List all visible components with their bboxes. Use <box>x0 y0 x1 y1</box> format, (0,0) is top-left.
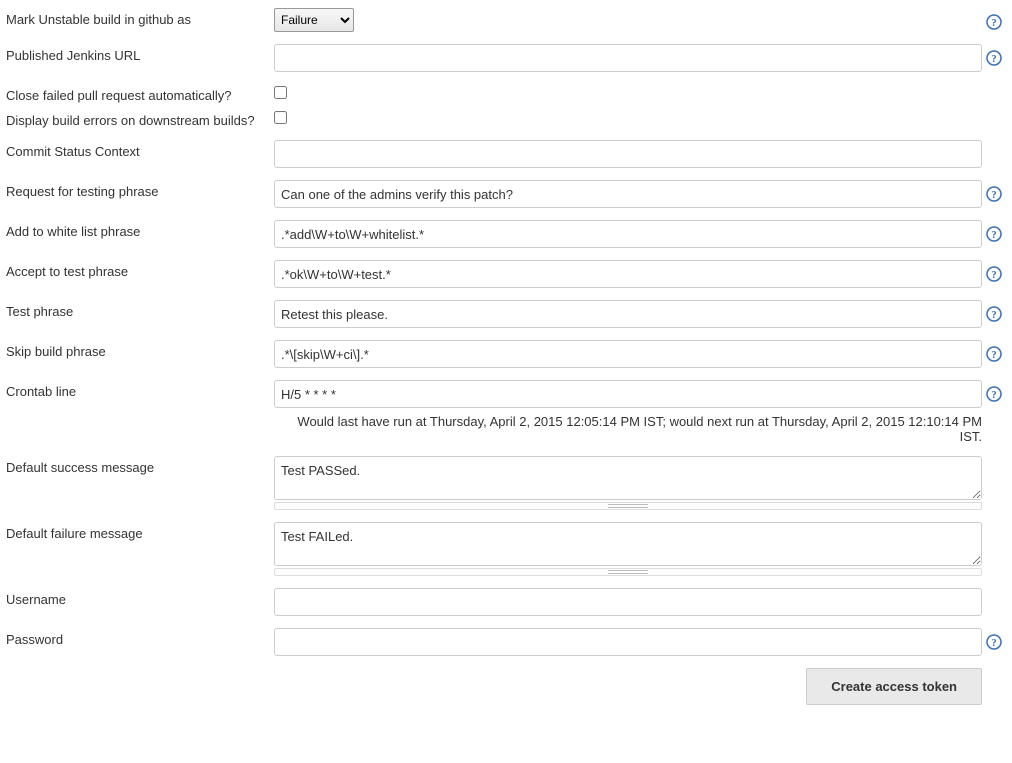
display-errors-checkbox[interactable] <box>274 111 287 124</box>
resize-handle[interactable] <box>274 568 982 576</box>
username-label: Username <box>6 588 274 607</box>
request-testing-input[interactable] <box>274 180 982 208</box>
published-url-input[interactable] <box>274 44 982 72</box>
skip-build-input[interactable] <box>274 340 982 368</box>
crontab-label: Crontab line <box>6 380 274 399</box>
help-icon[interactable]: ? <box>986 14 1002 30</box>
svg-text:?: ? <box>991 229 997 241</box>
svg-text:?: ? <box>991 269 997 281</box>
username-input[interactable] <box>274 588 982 616</box>
svg-text:?: ? <box>991 389 997 401</box>
request-testing-label: Request for testing phrase <box>6 180 274 199</box>
help-icon[interactable]: ? <box>986 386 1002 402</box>
success-msg-textarea[interactable] <box>274 456 982 500</box>
svg-text:?: ? <box>991 309 997 321</box>
svg-text:?: ? <box>991 17 997 29</box>
help-icon[interactable]: ? <box>986 50 1002 66</box>
failure-msg-textarea[interactable] <box>274 522 982 566</box>
help-icon[interactable]: ? <box>986 306 1002 322</box>
close-failed-label: Close failed pull request automatically? <box>6 84 274 103</box>
whitelist-label: Add to white list phrase <box>6 220 274 239</box>
svg-text:?: ? <box>991 189 997 201</box>
published-url-label: Published Jenkins URL <box>6 44 274 63</box>
display-errors-label: Display build errors on downstream build… <box>6 109 274 128</box>
skip-build-label: Skip build phrase <box>6 340 274 359</box>
accept-test-input[interactable] <box>274 260 982 288</box>
accept-test-label: Accept to test phrase <box>6 260 274 279</box>
commit-context-input[interactable] <box>274 140 982 168</box>
help-icon[interactable]: ? <box>986 346 1002 362</box>
test-phrase-label: Test phrase <box>6 300 274 319</box>
mark-unstable-label: Mark Unstable build in github as <box>6 8 274 27</box>
failure-msg-label: Default failure message <box>6 522 274 541</box>
whitelist-input[interactable] <box>274 220 982 248</box>
close-failed-checkbox[interactable] <box>274 86 287 99</box>
resize-handle[interactable] <box>274 502 982 510</box>
svg-text:?: ? <box>991 349 997 361</box>
mark-unstable-select[interactable]: Failure <box>274 8 354 32</box>
commit-context-label: Commit Status Context <box>6 140 274 159</box>
crontab-input[interactable] <box>274 380 982 408</box>
help-icon[interactable]: ? <box>986 186 1002 202</box>
password-input[interactable] <box>274 628 982 656</box>
create-access-token-button[interactable]: Create access token <box>806 668 982 705</box>
success-msg-label: Default success message <box>6 456 274 475</box>
help-icon[interactable]: ? <box>986 226 1002 242</box>
crontab-hint: Would last have run at Thursday, April 2… <box>274 414 982 444</box>
help-icon[interactable]: ? <box>986 634 1002 650</box>
password-label: Password <box>6 628 274 647</box>
test-phrase-input[interactable] <box>274 300 982 328</box>
svg-text:?: ? <box>991 53 997 65</box>
help-icon[interactable]: ? <box>986 266 1002 282</box>
svg-text:?: ? <box>991 637 997 649</box>
